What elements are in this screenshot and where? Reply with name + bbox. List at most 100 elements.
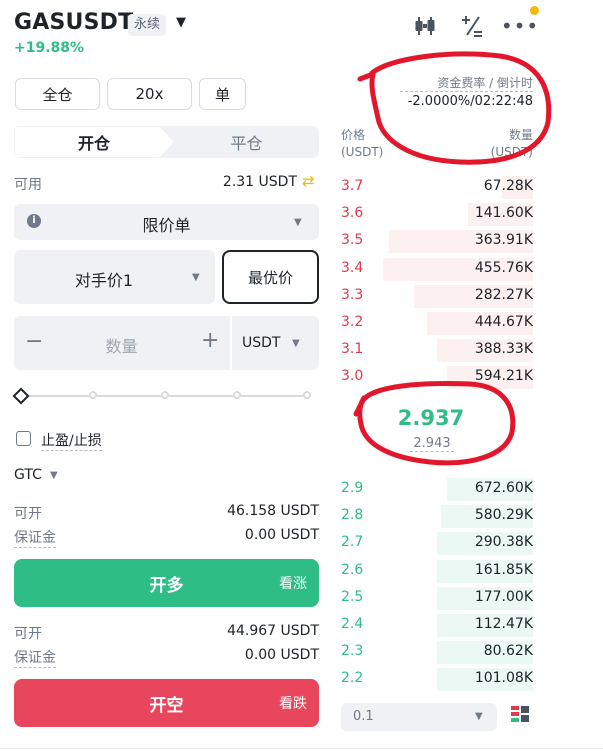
ask-price: 3.5	[341, 232, 364, 249]
ask-row[interactable]: 3.7 67.28K	[341, 174, 533, 201]
ask-price: 3.2	[341, 314, 364, 330]
slider-step-50[interactable]	[161, 391, 169, 399]
precision-value: 0.1	[353, 709, 374, 724]
ask-row[interactable]: 3.1 388.33K	[341, 337, 533, 364]
short-margin-value: 0.00 USDT	[244, 647, 319, 663]
precision-select[interactable]: 0.1 ▼	[341, 703, 497, 731]
candlestick-chart-icon[interactable]	[411, 12, 439, 40]
bid-price: 2.5	[341, 588, 364, 605]
ask-quantity: 67.28K	[483, 178, 533, 194]
more-icon[interactable]: •••	[501, 12, 538, 40]
position-mode-button[interactable]: 单	[199, 78, 246, 110]
short-can-open-label: 可开	[14, 626, 42, 642]
contract-type-badge: 永续	[128, 14, 167, 36]
minus-icon[interactable]: −	[25, 329, 43, 354]
long-margin-label[interactable]: 保证金	[14, 527, 56, 548]
ask-row[interactable]: 3.2 444.67K	[341, 310, 533, 337]
ask-price: 3.0	[341, 368, 364, 385]
divider	[230, 316, 232, 370]
bid-quantity: 112.47K	[474, 616, 533, 632]
orderbook-layout-icon[interactable]	[510, 705, 530, 725]
qty-header-unit: (USDT)	[490, 145, 533, 159]
ask-quantity: 455.76K	[474, 259, 533, 276]
bid-price: 2.3	[341, 643, 364, 660]
bid-quantity: 161.85K	[474, 561, 533, 578]
margin-mode-button[interactable]: 全仓	[15, 78, 100, 110]
mark-price: 2.943	[410, 436, 454, 452]
funding-rate-value: -2.0000%/02:22:48	[407, 94, 533, 109]
long-margin-value: 0.00 USDT	[244, 527, 319, 543]
bid-row[interactable]: 2.6 161.85K	[341, 558, 533, 585]
bid-quantity: 672.60K	[474, 480, 533, 496]
chevron-down-icon: ▼	[192, 272, 200, 283]
price-value: 对手价1	[74, 271, 134, 290]
tab-close[interactable]: 平仓	[174, 126, 319, 158]
bid-price: 2.2	[341, 670, 364, 687]
slider-handle[interactable]	[12, 387, 30, 405]
chevron-down-icon: ▼	[294, 217, 302, 228]
ask-quantity: 363.91K	[474, 232, 533, 249]
available-value: 2.31 USDT	[222, 174, 297, 190]
time-in-force-select[interactable]: GTC	[14, 467, 42, 483]
bid-row[interactable]: 2.3 80.62K	[341, 639, 533, 666]
open-short-button[interactable]: 开空 看跌	[14, 679, 319, 727]
bid-row[interactable]: 2.8 580.29K	[341, 503, 533, 530]
price-select[interactable]: 对手价1 ▼	[14, 250, 215, 304]
bid-quantity: 101.08K	[474, 670, 533, 687]
ask-quantity: 282.27K	[474, 286, 533, 303]
ask-price: 3.7	[341, 178, 364, 194]
transfer-icon[interactable]: ⇄	[302, 172, 315, 190]
symbol-dropdown-icon[interactable]: ▼	[176, 15, 186, 30]
ask-quantity: 388.33K	[474, 341, 533, 358]
slider-step-25[interactable]	[89, 391, 97, 399]
ask-price: 3.6	[341, 205, 364, 222]
calculator-icon[interactable]	[458, 12, 486, 40]
bid-row[interactable]: 2.4 112.47K	[341, 612, 533, 639]
symbol-title[interactable]: GASUSDT	[14, 10, 133, 35]
short-margin-label[interactable]: 保证金	[14, 647, 56, 668]
price-change-percent: +19.88%	[14, 40, 85, 56]
ask-row[interactable]: 3.0 594.21K	[341, 364, 533, 391]
open-long-label: 开多	[149, 575, 184, 596]
ask-quantity: 141.60K	[474, 205, 533, 222]
bid-price: 2.4	[341, 616, 364, 632]
bid-row[interactable]: 2.9 672.60K	[341, 476, 533, 503]
unit-select[interactable]: USDT	[242, 335, 280, 351]
plus-icon[interactable]: +	[201, 328, 219, 353]
bottom-divider	[0, 748, 603, 749]
bid-price: 2.8	[341, 507, 364, 524]
slider-step-75[interactable]	[233, 391, 241, 399]
leverage-button[interactable]: 20x	[107, 78, 192, 110]
short-can-open-value: 44.967 USDT	[227, 623, 319, 639]
funding-rate-label[interactable]: 资金费率 / 倒计时	[400, 74, 533, 92]
bid-price: 2.6	[341, 561, 364, 578]
ask-price: 3.3	[341, 286, 364, 303]
price-column-header: 价格 (USDT)	[341, 127, 383, 161]
bid-row[interactable]: 2.7 290.38K	[341, 530, 533, 557]
bullish-hint: 看涨	[279, 576, 307, 592]
open-close-tabs: 开仓 平仓	[14, 126, 319, 158]
bid-row[interactable]: 2.5 177.00K	[341, 585, 533, 612]
open-short-label: 开空	[149, 695, 184, 716]
ask-price: 3.1	[341, 341, 364, 358]
bid-quantity: 80.62K	[483, 643, 533, 660]
qty-header-label: 数量	[508, 128, 533, 142]
order-type-select[interactable]: i 限价单 ▼	[14, 204, 319, 240]
ask-row[interactable]: 3.3 282.27K	[341, 283, 533, 310]
tpsl-checkbox[interactable]	[16, 431, 31, 446]
quantity-input[interactable]: 数量	[74, 333, 169, 357]
bid-quantity: 177.00K	[474, 588, 533, 605]
ask-row[interactable]: 3.5 363.91K	[341, 228, 533, 255]
bid-price: 2.9	[341, 480, 364, 496]
tab-open[interactable]: 开仓	[14, 126, 174, 158]
slider-step-100[interactable]	[303, 391, 311, 399]
last-price[interactable]: 2.937	[341, 406, 521, 430]
bid-quantity: 290.38K	[474, 534, 533, 551]
ask-row[interactable]: 3.4 455.76K	[341, 256, 533, 283]
ask-quantity: 594.21K	[474, 368, 533, 385]
open-long-button[interactable]: 开多 看涨	[14, 559, 319, 607]
ask-row[interactable]: 3.6 141.60K	[341, 201, 533, 228]
best-price-button[interactable]: 最优价	[222, 250, 319, 304]
bid-row[interactable]: 2.2 101.08K	[341, 666, 533, 693]
tpsl-label[interactable]: 止盈/止损	[41, 430, 102, 451]
